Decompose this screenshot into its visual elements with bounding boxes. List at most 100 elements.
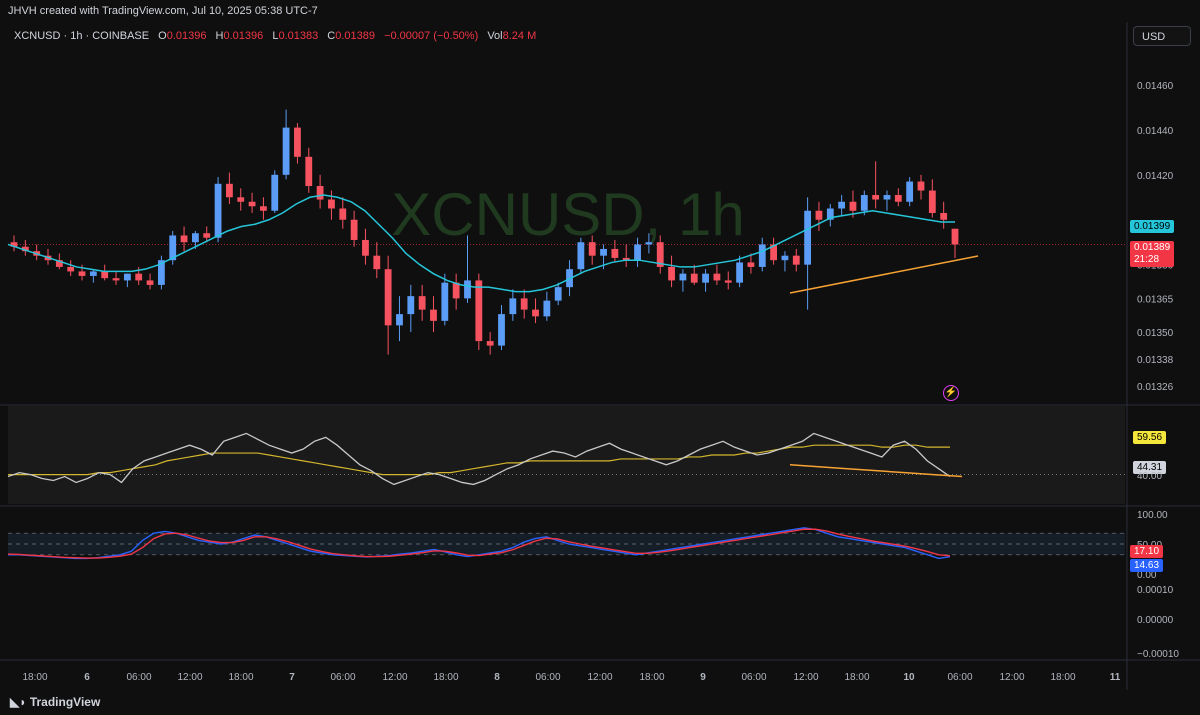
time-tick-label: 06:00 xyxy=(741,672,766,683)
time-tick-label: 18:00 xyxy=(22,672,47,683)
candle-body xyxy=(350,219,358,240)
price-tick-label: 0.01440 xyxy=(1137,126,1174,137)
candle-body xyxy=(271,174,279,211)
candle-body xyxy=(452,282,460,299)
rsi-pane xyxy=(8,406,1125,504)
time-tick-label: 18:00 xyxy=(844,672,869,683)
candle-body xyxy=(396,314,403,326)
currency-selector[interactable]: USD xyxy=(1133,26,1191,46)
candle-body xyxy=(951,228,959,245)
brand-label: TradingView xyxy=(29,695,101,709)
candle-body xyxy=(248,201,256,207)
candle-body xyxy=(804,210,812,265)
candle-body xyxy=(758,244,766,267)
candle-body xyxy=(316,186,324,200)
last-price-tag: 0.01389 21:28 xyxy=(1130,241,1175,267)
candle-body xyxy=(713,273,721,281)
time-tick-label: 12:00 xyxy=(793,672,818,683)
symbol-legend: XCNUSD · 1h · COINBASE O0.01396 H0.01396… xyxy=(14,30,536,42)
stoch-k-tag: 14.63 xyxy=(1130,559,1164,572)
candle-body xyxy=(906,181,914,202)
candle-body xyxy=(226,183,233,198)
candle-body xyxy=(928,190,936,213)
candle-body xyxy=(600,248,607,256)
time-tick-label: 18:00 xyxy=(639,672,664,683)
time-tick-label: 06:00 xyxy=(330,672,355,683)
candle-body xyxy=(577,242,585,270)
candle-body xyxy=(191,233,199,243)
candle-body xyxy=(237,197,245,202)
candle-body xyxy=(849,201,857,211)
candle-body xyxy=(282,127,290,175)
bar-countdown: 21:28 xyxy=(1134,254,1160,265)
candle-body xyxy=(203,233,211,238)
candle-body xyxy=(294,127,301,157)
stoch-axis-label: 0.00000 xyxy=(1137,615,1174,626)
candle-body xyxy=(611,248,619,258)
candle-body xyxy=(430,309,437,321)
price-tick-label: 0.01326 xyxy=(1137,382,1174,393)
rsi-ma-tag: 59.56 xyxy=(1133,431,1167,444)
time-tick-label: 06:00 xyxy=(535,672,560,683)
candle-body xyxy=(509,298,517,315)
candle-body xyxy=(747,262,755,267)
candle-body xyxy=(679,273,687,281)
candle-body xyxy=(940,213,948,220)
low-value: 0.01383 xyxy=(278,30,319,42)
candle-body xyxy=(101,271,109,279)
candle-body xyxy=(554,287,562,301)
stoch-axis-label: 0.00010 xyxy=(1137,585,1174,596)
time-tick-label: 9 xyxy=(700,672,706,683)
vol-value: 8.24 M xyxy=(502,30,537,42)
candle-body xyxy=(123,273,131,281)
candle-body xyxy=(135,273,143,281)
candle-body xyxy=(860,195,868,211)
time-tick-label: 18:00 xyxy=(1050,672,1075,683)
candle-body xyxy=(815,210,823,220)
price-tick-label: 0.01338 xyxy=(1137,355,1174,366)
candle-body xyxy=(543,300,551,317)
candle-body xyxy=(339,208,347,220)
candle-body xyxy=(441,282,449,321)
candle-body xyxy=(883,195,891,200)
time-tick-label: 11 xyxy=(1110,672,1121,683)
candle-body xyxy=(634,244,641,261)
stoch-axis-label: 100.00 xyxy=(1137,510,1168,521)
stoch-pane xyxy=(8,508,1125,658)
candle-body xyxy=(894,195,902,202)
candle-body xyxy=(67,266,75,272)
candle-body xyxy=(520,298,528,310)
candle-body xyxy=(668,266,675,281)
rsi-level-label: 40.00 xyxy=(1137,471,1163,482)
time-tick-label: 06:00 xyxy=(126,672,151,683)
candle-body xyxy=(464,280,471,299)
time-tick-label: 6 xyxy=(84,672,90,683)
watermark-text: XCNUSD, 1h xyxy=(391,181,744,248)
time-tick-label: 12:00 xyxy=(382,672,407,683)
time-tick-label: 12:00 xyxy=(177,672,202,683)
candle-body xyxy=(838,201,846,209)
candle-body xyxy=(260,206,267,211)
lightning-icon[interactable]: ⚡ xyxy=(943,385,959,401)
candle-body xyxy=(588,242,596,256)
candle-body xyxy=(792,255,800,265)
time-tick-label: 18:00 xyxy=(228,672,253,683)
close-value: 0.01389 xyxy=(335,30,375,42)
footer: ◣◗ TradingView xyxy=(0,690,1200,715)
candle-body xyxy=(214,183,222,238)
price-tick-label: 0.01460 xyxy=(1137,81,1174,92)
change-value: −0.00007 (−0.50%) xyxy=(384,30,479,42)
candle-body xyxy=(362,239,369,256)
chart-canvas[interactable]: XCNUSD, 1h0.014800.014600.014400.014200.… xyxy=(0,0,1200,690)
candle-body xyxy=(532,309,539,317)
candle-body xyxy=(486,341,494,346)
candle-body xyxy=(305,156,313,187)
time-tick-label: 06:00 xyxy=(947,672,972,683)
price-tick-label: 0.01420 xyxy=(1137,171,1174,182)
time-tick-label: 12:00 xyxy=(587,672,612,683)
candle-body xyxy=(645,242,653,245)
candle-body xyxy=(89,271,97,276)
candle-body xyxy=(180,235,188,243)
tv-icon: ◣◗ xyxy=(10,695,27,709)
open-label: O xyxy=(158,30,167,42)
